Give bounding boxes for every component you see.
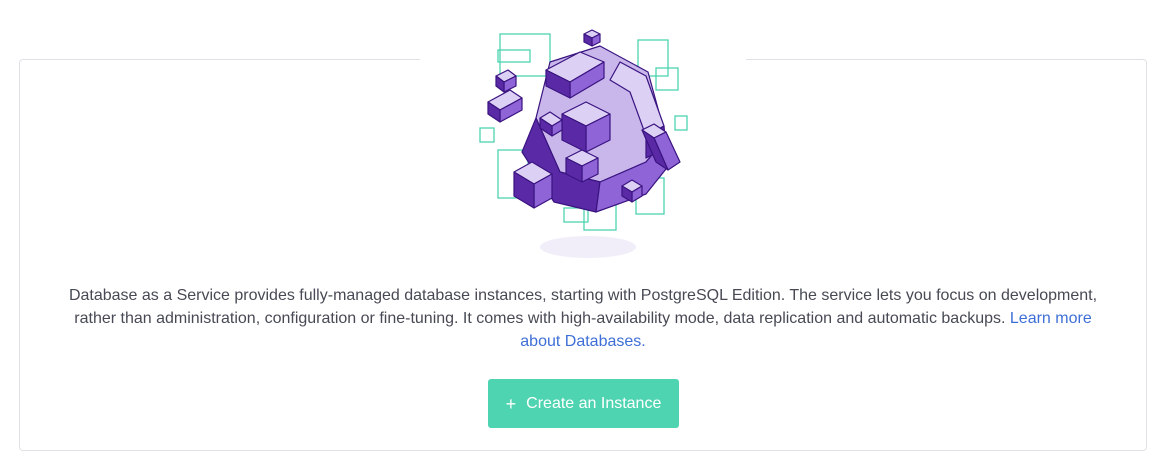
description-text: Database as a Service provides fully-man… [68, 287, 1098, 327]
database-illustration [479, 29, 688, 258]
empty-state-page: Database as a Service provides fully-man… [0, 0, 1166, 468]
create-instance-button[interactable]: + Create an Instance [488, 379, 679, 428]
create-instance-label: Create an Instance [526, 394, 662, 412]
purple-blocks [487, 29, 681, 213]
plus-icon: + [505, 393, 517, 414]
service-description: Database as a Service provides fully-man… [60, 284, 1106, 353]
illustration-shadow [540, 236, 636, 258]
